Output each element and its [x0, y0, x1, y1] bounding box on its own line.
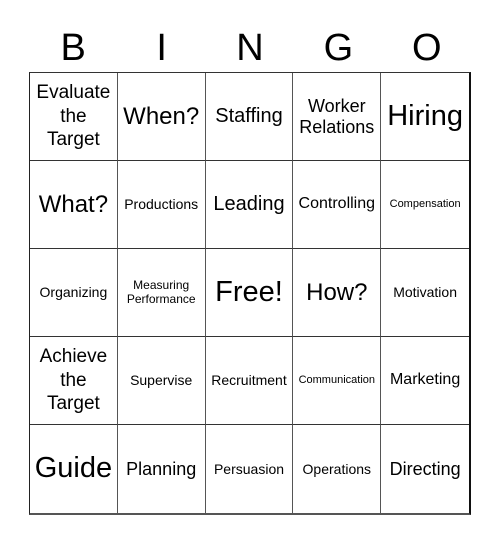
bingo-cell[interactable]: Planning	[118, 425, 206, 513]
bingo-cell[interactable]: Marketing	[381, 337, 469, 425]
bingo-cell[interactable]: Communication	[293, 337, 382, 425]
bingo-cell[interactable]: Hiring	[381, 73, 469, 161]
bingo-cell[interactable]: Measuring Performance	[117, 249, 206, 337]
bingo-cell[interactable]: Productions	[117, 161, 206, 249]
bingo-cell[interactable]: Directing	[381, 425, 469, 513]
bingo-cell[interactable]: Worker Relations	[293, 73, 382, 161]
bingo-cell[interactable]: Recruitment	[205, 337, 294, 425]
bingo-cell[interactable]: What?	[30, 161, 118, 249]
bingo-cell[interactable]: Achieve the Target	[30, 337, 118, 425]
bingo-cell[interactable]: Persuasion	[206, 425, 294, 513]
bingo-cell[interactable]: Guide	[30, 425, 118, 513]
bingo-cell[interactable]: How?	[293, 249, 382, 337]
header-letter-b: B	[60, 27, 86, 69]
header-letter-n: N	[236, 27, 264, 69]
bingo-cell[interactable]: Operations	[293, 425, 382, 513]
bingo-cell[interactable]: Motivation	[381, 249, 469, 337]
bingo-cell[interactable]: When?	[117, 73, 206, 161]
header-letter-o: O	[412, 27, 442, 69]
bingo-cell[interactable]: Staffing	[205, 73, 294, 161]
bingo-cell[interactable]: Supervise	[117, 337, 206, 425]
bingo-grid: Evaluate the Target When? Staffing Worke…	[29, 72, 471, 515]
bingo-cell[interactable]: Evaluate the Target	[30, 73, 118, 161]
bingo-cell[interactable]: Controlling	[293, 161, 382, 249]
header-letter-g: G	[323, 27, 354, 69]
bingo-header: B I N G O	[29, 26, 471, 70]
free-space-cell[interactable]: Free!	[205, 249, 294, 337]
bingo-cell[interactable]: Compensation	[381, 161, 469, 249]
header-letter-i: I	[156, 27, 167, 69]
bingo-cell[interactable]: Leading	[205, 161, 294, 249]
bingo-cell[interactable]: Organizing	[30, 249, 118, 337]
